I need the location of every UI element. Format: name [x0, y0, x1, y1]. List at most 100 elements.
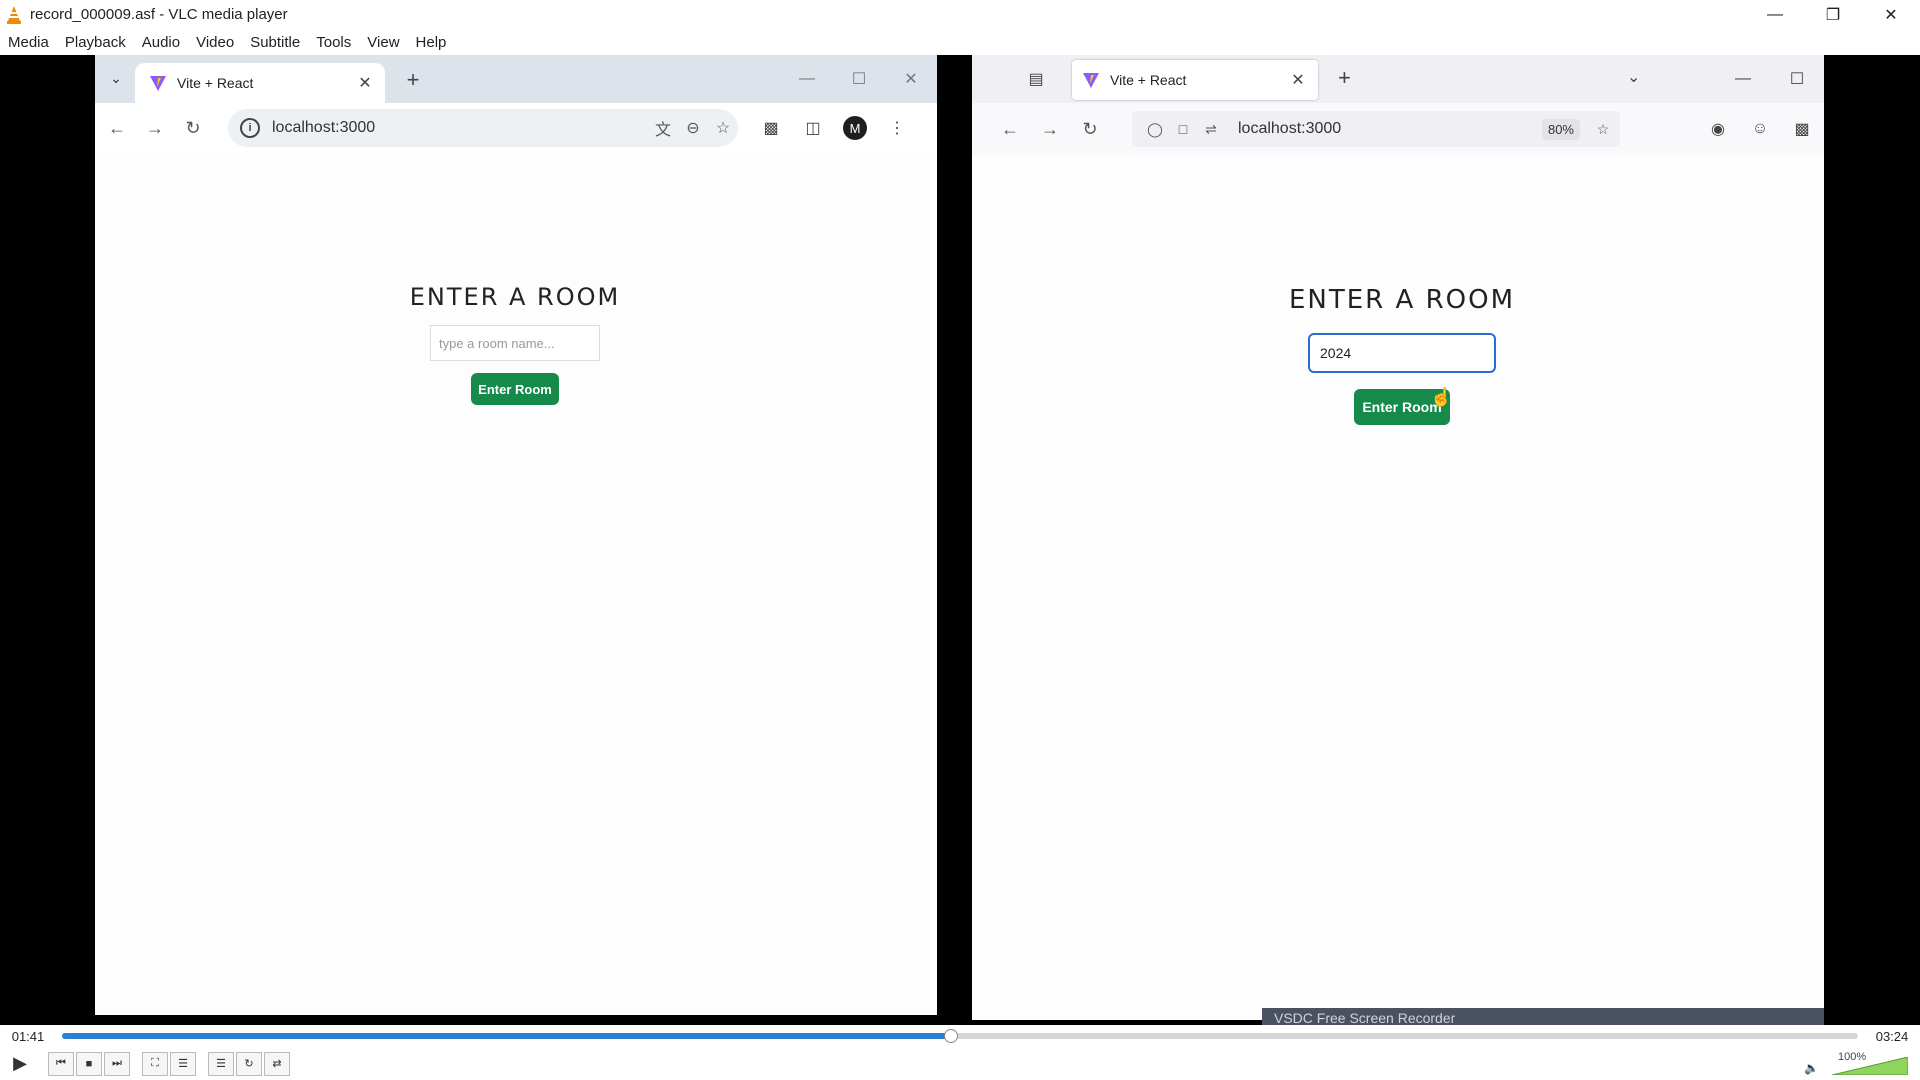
forward-icon[interactable]: →: [1034, 113, 1066, 145]
side-panel-icon[interactable]: ◫: [797, 112, 829, 144]
kebab-menu-icon[interactable]: ⋮: [881, 112, 913, 144]
menu-playback[interactable]: Playback: [57, 34, 134, 51]
total-time: 03:24: [1875, 1028, 1909, 1044]
menu-view[interactable]: View: [359, 34, 407, 51]
mouse-pointer-icon: ☝: [1430, 387, 1453, 407]
loop-icon[interactable]: ↻: [236, 1051, 262, 1076]
page-icon[interactable]: □: [1172, 118, 1194, 140]
firefox-tab[interactable]: Vite + React ✕: [1072, 60, 1318, 100]
firefox-tab-strip: ▤ Vite + React ✕ + ⌄ — ☐: [972, 55, 1824, 103]
firefox-minimize-icon[interactable]: —: [1716, 55, 1770, 103]
seek-slider[interactable]: [62, 1029, 1858, 1043]
play-icon[interactable]: ▶: [4, 1050, 36, 1078]
bookmark-star-icon[interactable]: ☆: [1592, 118, 1614, 140]
enter-room-button[interactable]: Enter Room: [471, 373, 559, 405]
seek-row: 01:41 03:24: [0, 1025, 1920, 1047]
account-icon[interactable]: ☺: [1744, 113, 1776, 145]
menu-help[interactable]: Help: [408, 34, 455, 51]
menu-audio[interactable]: Audio: [134, 34, 188, 51]
playlist-icon[interactable]: ☰: [208, 1051, 234, 1076]
translate-icon[interactable]: 文: [648, 113, 678, 143]
firefox-address-bar[interactable]: ◯ □ ⇌ localhost:3000 80% ☆: [1132, 111, 1620, 147]
profile-button[interactable]: M: [839, 112, 871, 144]
chrome-window: ⌄ Vite + React ✕ + — ☐ ✕ ← → ↻ i localho…: [95, 55, 937, 1015]
page-title: ENTER A ROOM: [1289, 285, 1515, 315]
forward-icon[interactable]: →: [139, 112, 171, 144]
restore-button[interactable]: ❐: [1804, 0, 1862, 29]
chrome-url[interactable]: localhost:3000: [272, 119, 648, 137]
chrome-address-bar[interactable]: i localhost:3000 文 ⊖ ☆: [228, 109, 738, 147]
list-tabs-icon[interactable]: ⌄: [1627, 67, 1640, 87]
speaker-icon[interactable]: 🔈: [1804, 1061, 1819, 1075]
chrome-toolbar: ← → ↻ i localhost:3000 文 ⊖ ☆ ▩ ◫ M ⋮: [95, 103, 937, 153]
room-name-input[interactable]: 2024: [1308, 333, 1496, 373]
vlc-cone-icon: [7, 5, 21, 24]
shuffle-icon[interactable]: ⇄: [264, 1051, 290, 1076]
extensions-icon[interactable]: ▩: [1786, 113, 1818, 145]
vlc-window: record_000009.asf - VLC media player — ❐…: [0, 0, 1920, 1080]
seek-handle[interactable]: [944, 1029, 959, 1043]
room-name-input[interactable]: type a room name...: [430, 325, 600, 361]
vite-icon: [1083, 73, 1099, 88]
title-bar: record_000009.asf - VLC media player — ❐…: [0, 0, 1920, 29]
firefox-window: ▤ Vite + React ✕ + ⌄ — ☐ ← → ↻ ◯ □ ⇌ loc…: [972, 55, 1824, 1020]
tab-close-icon[interactable]: ✕: [355, 73, 375, 93]
menu-subtitle[interactable]: Subtitle: [242, 34, 308, 51]
vite-icon: [150, 76, 166, 91]
seek-progress: [62, 1033, 952, 1039]
room-form: ENTER A ROOM type a room name... Enter R…: [395, 283, 635, 405]
chrome-window-controls: — ☐ ✕: [781, 55, 937, 103]
tab-close-icon[interactable]: ✕: [1288, 70, 1308, 90]
firefox-extra-tools: ◉ ☺ ▩: [1702, 113, 1828, 145]
back-icon[interactable]: ←: [994, 113, 1026, 145]
menu-media[interactable]: Media: [0, 34, 57, 51]
extended-settings-icon[interactable]: ☰: [170, 1051, 196, 1076]
new-tab-icon[interactable]: +: [1338, 65, 1351, 91]
stop-icon[interactable]: ■: [76, 1051, 102, 1076]
tab-search-icon[interactable]: ⌄: [103, 65, 129, 91]
volume-slider[interactable]: [1832, 1057, 1908, 1075]
fullscreen-icon[interactable]: ⛶: [142, 1051, 168, 1076]
minimize-button[interactable]: —: [1746, 0, 1804, 29]
chrome-tab[interactable]: Vite + React ✕: [135, 63, 385, 103]
room-form: ENTER A ROOM 2024 Enter Room: [1282, 285, 1522, 425]
menu-tools[interactable]: Tools: [308, 34, 359, 51]
permissions-icon[interactable]: ⇌: [1200, 118, 1222, 140]
firefox-window-controls: — ☐: [1716, 55, 1824, 103]
page-title: ENTER A ROOM: [409, 283, 621, 311]
chrome-minimize-icon[interactable]: —: [781, 55, 833, 103]
next-icon[interactable]: ⏭: [104, 1051, 130, 1076]
chrome-close-icon[interactable]: ✕: [885, 55, 937, 103]
firefox-url[interactable]: localhost:3000: [1238, 120, 1542, 138]
pocket-icon[interactable]: ◉: [1702, 113, 1734, 145]
site-info-icon[interactable]: i: [240, 118, 260, 138]
firefox-view-icon[interactable]: ▤: [1024, 67, 1048, 91]
menu-bar: Media Playback Audio Video Subtitle Tool…: [0, 29, 1920, 55]
avatar: M: [843, 116, 867, 140]
volume-control[interactable]: 🔈 100%: [1804, 1051, 1914, 1077]
window-title: record_000009.asf - VLC media player: [30, 6, 288, 23]
chrome-page-content: ENTER A ROOM type a room name... Enter R…: [95, 153, 937, 1015]
back-icon[interactable]: ←: [101, 112, 133, 144]
window-controls: — ❐ ✕: [1746, 0, 1920, 29]
chrome-maximize-icon[interactable]: ☐: [833, 55, 885, 103]
close-button[interactable]: ✕: [1862, 0, 1920, 29]
reload-icon[interactable]: ↻: [1074, 113, 1106, 145]
chrome-extra-tools: ▩ ◫ M ⋮: [755, 112, 923, 144]
previous-icon[interactable]: ⏮: [48, 1051, 74, 1076]
tracking-shield-icon[interactable]: ◯: [1144, 118, 1166, 140]
zoom-out-icon[interactable]: ⊖: [678, 113, 708, 143]
firefox-tab-title: Vite + React: [1110, 72, 1187, 88]
menu-video[interactable]: Video: [188, 34, 242, 51]
firefox-toolbar: ← → ↻ ◯ □ ⇌ localhost:3000 80% ☆ ◉ ☺ ▩: [972, 103, 1824, 155]
elapsed-time: 01:41: [11, 1028, 45, 1044]
new-tab-icon[interactable]: +: [401, 67, 425, 93]
chrome-tab-title: Vite + React: [177, 75, 254, 91]
chrome-tab-strip: ⌄ Vite + React ✕ + — ☐ ✕: [95, 55, 937, 103]
firefox-page-content: ENTER A ROOM 2024 Enter Room ☝: [972, 155, 1824, 1020]
reload-icon[interactable]: ↻: [177, 112, 209, 144]
bookmark-star-icon[interactable]: ☆: [708, 113, 738, 143]
zoom-level-badge[interactable]: 80%: [1541, 118, 1580, 140]
firefox-maximize-icon[interactable]: ☐: [1770, 55, 1824, 103]
extensions-icon[interactable]: ▩: [755, 112, 787, 144]
